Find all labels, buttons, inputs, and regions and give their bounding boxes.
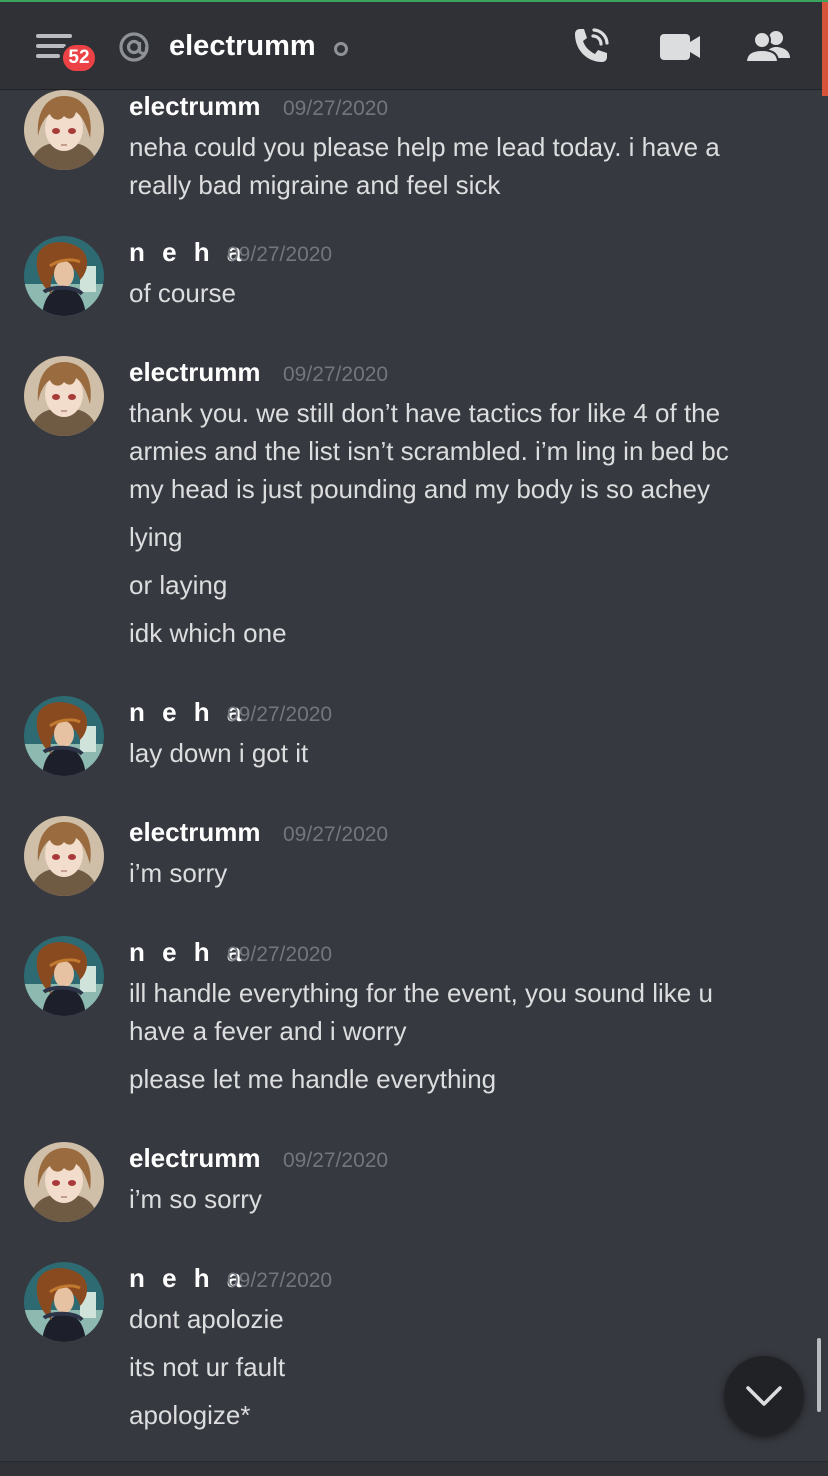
message-text: lay down i got it <box>129 738 309 768</box>
avatar[interactable] <box>24 1142 104 1222</box>
message-text: please let me handle everything <box>129 1064 497 1094</box>
message-text: thank you. we still don’t have tactics f… <box>129 398 721 428</box>
message-timestamp: 09/27/2020 <box>283 1149 389 1172</box>
members-icon <box>744 31 790 63</box>
avatar[interactable] <box>24 356 104 436</box>
scrollbar-thumb[interactable] <box>817 1338 821 1412</box>
menu-button[interactable]: 52 <box>30 26 100 76</box>
members-button[interactable] <box>744 24 792 70</box>
message-text: apologize* <box>129 1400 251 1430</box>
message-text: its not ur fault <box>129 1352 286 1382</box>
message-text: my head is just pounding and my body is … <box>129 474 711 504</box>
avatar[interactable] <box>24 236 104 316</box>
message-text: really bad migraine and feel sick <box>129 170 501 200</box>
message-timestamp: 09/27/2020 <box>283 97 389 120</box>
message-text: of course <box>129 278 236 308</box>
message-timestamp: 09/27/2020 <box>227 703 333 726</box>
author-name[interactable]: electrumm <box>129 816 261 848</box>
message-text: idk which one <box>129 618 287 648</box>
message-text: neha could you please help me lead today… <box>129 132 720 162</box>
message-timestamp: 09/27/2020 <box>227 1269 333 1292</box>
message-text: or laying <box>129 570 228 600</box>
message-text: have a fever and i worry <box>129 1016 407 1046</box>
author-name[interactable]: electrumm <box>129 356 261 388</box>
author-name[interactable]: electrumm <box>129 90 261 122</box>
offline-status-icon <box>334 42 348 56</box>
voice-call-button[interactable] <box>567 24 615 70</box>
phone-call-icon <box>575 28 609 62</box>
message-text: i’m sorry <box>129 858 228 888</box>
avatar[interactable] <box>24 696 104 776</box>
message-timestamp: 09/27/2020 <box>283 823 389 846</box>
author-name[interactable]: electrumm <box>129 1142 261 1174</box>
message-timestamp: 09/27/2020 <box>283 363 389 386</box>
message-text: ill handle everything for the event, you… <box>129 978 713 1008</box>
message-list[interactable]: electrumm 09/27/2020 neha could you please… <box>0 90 828 1462</box>
edge-accent <box>822 2 828 96</box>
video-call-button[interactable] <box>656 24 704 70</box>
avatar[interactable] <box>24 90 104 170</box>
message-text: dont apolozie <box>129 1304 284 1334</box>
video-camera-icon <box>660 34 700 60</box>
avatar[interactable] <box>24 936 104 1016</box>
channel-title: electrumm <box>169 30 316 62</box>
channel-header: 52 electrumm <box>0 2 828 90</box>
avatar[interactable] <box>24 1262 104 1342</box>
jump-to-present-button[interactable] <box>724 1356 804 1436</box>
unread-badge: 52 <box>60 42 98 74</box>
message-timestamp: 09/27/2020 <box>227 943 333 966</box>
message-text: armies and the list isn’t scrambled. i’m… <box>129 436 729 466</box>
message-text: i’m so sorry <box>129 1184 262 1214</box>
message-text: lying <box>129 522 183 552</box>
chevron-down-icon <box>746 1386 782 1406</box>
message-timestamp: 09/27/2020 <box>227 243 333 266</box>
avatar[interactable] <box>24 816 104 896</box>
composer-edge <box>0 1461 828 1476</box>
at-sign-icon <box>119 32 149 62</box>
